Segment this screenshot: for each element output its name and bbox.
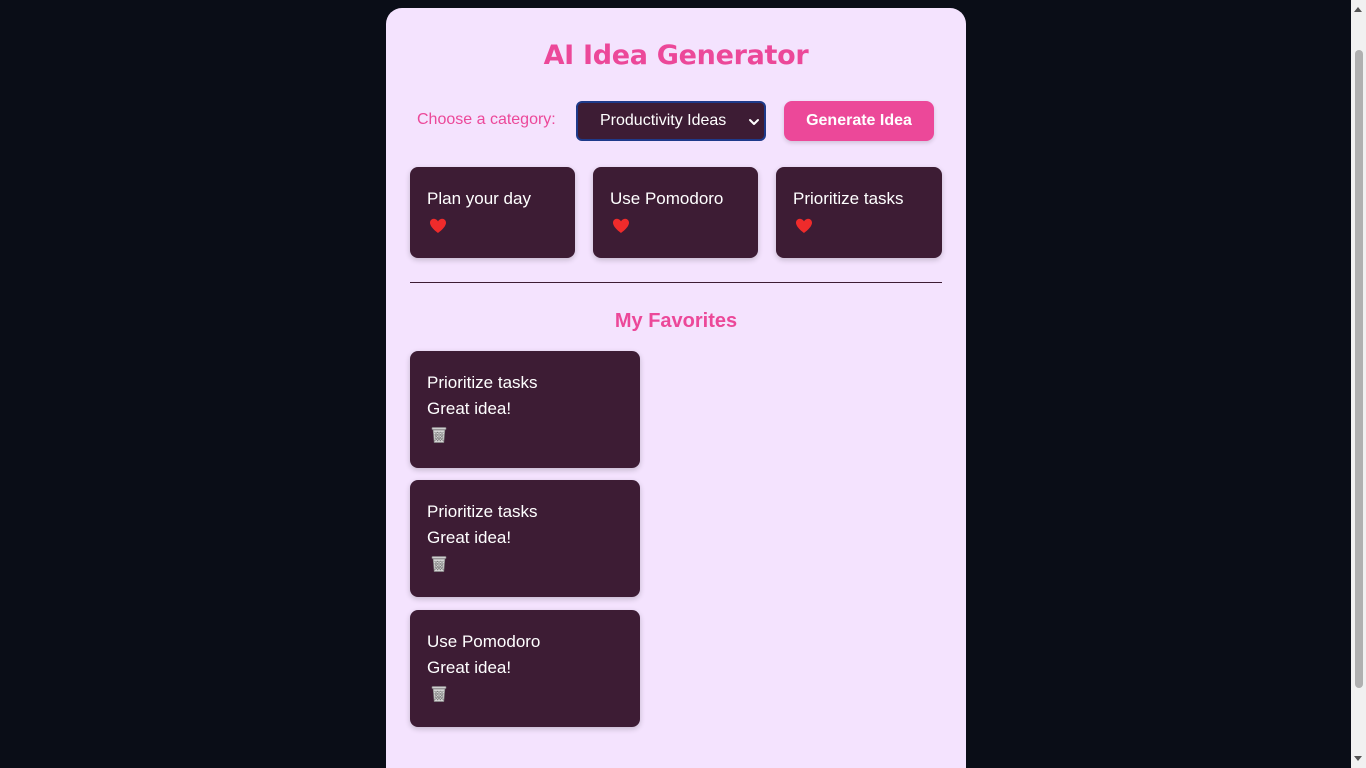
idea-text: Plan your day <box>427 189 531 208</box>
category-select[interactable]: Productivity Ideas <box>576 101 766 141</box>
page-scrollbar[interactable] <box>1351 0 1366 768</box>
favorite-note: Great idea! <box>427 399 512 418</box>
favorite-text: Use Pomodoro <box>427 632 541 651</box>
trash-icon[interactable] <box>430 684 448 703</box>
category-select-value: Productivity Ideas <box>600 112 727 129</box>
section-divider <box>410 282 942 283</box>
category-label: Choose a category: <box>417 111 556 128</box>
favorite-note: Great idea! <box>427 658 512 677</box>
idea-text: Prioritize tasks <box>793 189 904 208</box>
app-panel: AI Idea Generator Choose a category: Pro… <box>386 8 966 768</box>
favorite-note: Great idea! <box>427 528 512 547</box>
heart-icon[interactable] <box>795 218 813 234</box>
idea-card: Use Pomodoro <box>593 167 758 258</box>
scrollbar-thumb[interactable] <box>1355 50 1363 688</box>
favorite-card: Use Pomodoro Great idea! <box>410 610 640 727</box>
page: AI Idea Generator Choose a category: Pro… <box>0 0 1366 768</box>
page-title: AI Idea Generator <box>543 40 809 71</box>
favorite-text: Prioritize tasks <box>427 502 538 521</box>
heart-icon[interactable] <box>612 218 630 234</box>
heart-icon[interactable] <box>429 218 447 234</box>
favorite-card: Prioritize tasks Great idea! <box>410 351 640 468</box>
favorite-card: Prioritize tasks Great idea! <box>410 480 640 597</box>
idea-text: Use Pomodoro <box>610 189 724 208</box>
idea-cards: Plan your day Use Pomodoro Prioritize ta… <box>410 167 942 258</box>
favorites-title: My Favorites <box>614 310 738 332</box>
idea-card: Prioritize tasks <box>776 167 942 258</box>
scroll-up-arrow-icon[interactable] <box>1354 7 1362 12</box>
trash-icon[interactable] <box>430 425 448 444</box>
idea-card: Plan your day <box>410 167 575 258</box>
generate-idea-button[interactable]: Generate Idea <box>784 101 934 141</box>
scroll-down-arrow-icon[interactable] <box>1354 756 1362 761</box>
favorite-text: Prioritize tasks <box>427 373 538 392</box>
trash-icon[interactable] <box>430 554 448 573</box>
controls-bar: Choose a category: Productivity Ideas Ge… <box>410 101 942 141</box>
